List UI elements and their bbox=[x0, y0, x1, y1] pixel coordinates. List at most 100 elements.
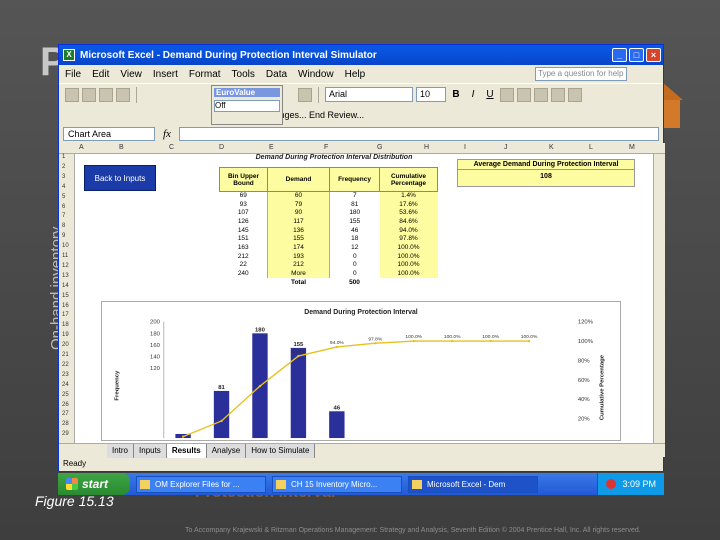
table-cell[interactable]: More bbox=[267, 269, 330, 279]
tab-inputs[interactable]: Inputs bbox=[134, 443, 167, 458]
table-cell[interactable]: 126 bbox=[220, 218, 268, 227]
bold-button[interactable]: B bbox=[449, 89, 463, 100]
table-cell[interactable]: 60 bbox=[267, 191, 330, 201]
table-cell[interactable]: 17.6% bbox=[379, 200, 438, 209]
row-header-4[interactable]: 4 bbox=[62, 184, 65, 190]
menu-data[interactable]: Data bbox=[266, 69, 287, 80]
row-header-3[interactable]: 3 bbox=[62, 174, 65, 180]
table-cell[interactable]: 107 bbox=[220, 209, 268, 218]
table-cell[interactable]: 84.6% bbox=[379, 217, 438, 227]
column-header-c[interactable]: C bbox=[169, 144, 174, 151]
column-header-l[interactable]: L bbox=[589, 144, 593, 151]
fx-icon[interactable]: fx bbox=[163, 128, 171, 140]
table-cell[interactable]: 22 bbox=[220, 261, 268, 270]
table-cell[interactable]: 212 bbox=[220, 252, 268, 261]
title-bar[interactable]: X Microsoft Excel - Demand During Protec… bbox=[59, 45, 663, 65]
currency-icon[interactable] bbox=[568, 87, 582, 102]
table-cell[interactable]: 94.0% bbox=[379, 226, 438, 235]
table-cell[interactable]: 46 bbox=[330, 226, 380, 235]
column-header-g[interactable]: G bbox=[377, 144, 382, 151]
row-header-26[interactable]: 26 bbox=[62, 402, 69, 408]
taskbar-item-om-explorer[interactable]: OM Explorer Files for ... bbox=[136, 475, 266, 493]
row-header-12[interactable]: 12 bbox=[62, 263, 69, 269]
column-header-d[interactable]: D bbox=[219, 144, 224, 151]
tab-analyse[interactable]: Analyse bbox=[206, 443, 247, 458]
table-cell[interactable]: 193 bbox=[267, 252, 330, 261]
demand-chart[interactable]: Demand During Protection Interval 200 180 1… bbox=[101, 301, 621, 441]
tray-icon[interactable] bbox=[606, 479, 617, 489]
row-header-7[interactable]: 7 bbox=[62, 213, 65, 219]
permission-icon[interactable] bbox=[116, 87, 130, 102]
back-to-inputs-button[interactable]: Back to Inputs bbox=[84, 165, 156, 191]
column-header-e[interactable]: E bbox=[269, 144, 274, 151]
row-header-18[interactable]: 18 bbox=[62, 322, 69, 328]
vertical-scrollbar[interactable] bbox=[653, 154, 665, 443]
column-header-i[interactable]: I bbox=[464, 144, 466, 151]
row-header-1[interactable]: 1 bbox=[62, 154, 65, 160]
help-icon[interactable] bbox=[298, 87, 312, 102]
merge-center-icon[interactable] bbox=[551, 87, 565, 102]
new-icon[interactable] bbox=[65, 87, 79, 102]
row-header-16[interactable]: 16 bbox=[62, 303, 69, 309]
row-header-11[interactable]: 11 bbox=[62, 253, 68, 259]
worksheet[interactable]: ABCDEFGHIJKLM 1 2 3 4 5 6 7 8 9 10 11 12 13 14 15 16 17 1… bbox=[59, 143, 665, 443]
row-header-28[interactable]: 28 bbox=[62, 421, 69, 427]
table-cell[interactable]: 163 bbox=[220, 244, 268, 253]
row-header-22[interactable]: 22 bbox=[62, 362, 69, 368]
column-header-m[interactable]: M bbox=[629, 144, 635, 151]
row-header-20[interactable]: 20 bbox=[62, 342, 69, 348]
minimize-button[interactable]: _ bbox=[612, 48, 627, 62]
table-cell[interactable]: 18 bbox=[330, 235, 380, 244]
table-cell[interactable]: 155 bbox=[267, 234, 330, 244]
row-header-14[interactable]: 14 bbox=[62, 283, 69, 289]
row-header-25[interactable]: 25 bbox=[62, 392, 69, 398]
table-cell[interactable]: 0 bbox=[330, 270, 380, 279]
align-left-icon[interactable] bbox=[500, 87, 514, 102]
row-header-24[interactable]: 24 bbox=[62, 382, 69, 388]
table-cell[interactable]: 117 bbox=[267, 217, 330, 227]
formula-input[interactable] bbox=[178, 127, 659, 141]
eurovalue-header[interactable]: EuroValue bbox=[214, 88, 280, 97]
table-cell[interactable]: 100.0% bbox=[379, 243, 438, 253]
italic-button[interactable]: I bbox=[466, 89, 480, 100]
table-cell[interactable]: 53.6% bbox=[379, 208, 438, 218]
column-header-h[interactable]: H bbox=[424, 144, 429, 151]
row-header-6[interactable]: 6 bbox=[62, 204, 65, 210]
row-header-13[interactable]: 13 bbox=[62, 273, 69, 279]
row-header-9[interactable]: 9 bbox=[62, 233, 65, 239]
column-header-a[interactable]: A bbox=[79, 144, 84, 151]
table-cell[interactable]: 81 bbox=[330, 200, 380, 209]
table-cell[interactable]: 0 bbox=[330, 252, 380, 261]
eurovalue-select[interactable]: Off bbox=[214, 100, 280, 112]
tab-results[interactable]: Results bbox=[166, 443, 207, 458]
menu-help[interactable]: Help bbox=[345, 69, 366, 80]
table-cell[interactable]: 100.0% bbox=[379, 261, 438, 270]
table-cell[interactable]: 7 bbox=[330, 192, 380, 201]
menu-window[interactable]: Window bbox=[298, 69, 334, 80]
menu-tools[interactable]: Tools bbox=[232, 69, 255, 80]
menu-file[interactable]: File bbox=[65, 69, 81, 80]
table-cell[interactable]: 69 bbox=[220, 192, 268, 201]
row-header-15[interactable]: 15 bbox=[62, 293, 69, 299]
maximize-button[interactable]: □ bbox=[629, 48, 644, 62]
table-cell[interactable]: 155 bbox=[330, 218, 380, 227]
table-cell[interactable]: 79 bbox=[267, 200, 330, 209]
taskbar-item-excel[interactable]: Microsoft Excel - Dem bbox=[408, 475, 538, 493]
row-header-10[interactable]: 10 bbox=[62, 243, 69, 249]
table-cell[interactable]: 0 bbox=[330, 261, 380, 270]
table-cell[interactable]: 100.0% bbox=[379, 252, 438, 261]
column-header-j[interactable]: J bbox=[504, 144, 508, 151]
open-icon[interactable] bbox=[82, 87, 96, 102]
start-button[interactable]: start bbox=[58, 473, 130, 495]
table-cell[interactable]: 100.0% bbox=[379, 269, 438, 279]
row-header-17[interactable]: 17 bbox=[62, 312, 69, 318]
row-header-2[interactable]: 2 bbox=[62, 164, 65, 170]
table-cell[interactable]: 97.8% bbox=[379, 234, 438, 244]
font-size-select[interactable]: 10 bbox=[416, 87, 446, 102]
font-name-select[interactable]: Arial bbox=[325, 87, 413, 102]
table-cell[interactable]: 240 bbox=[220, 270, 268, 279]
table-cell[interactable]: 1.4% bbox=[379, 191, 438, 201]
row-header-19[interactable]: 19 bbox=[62, 332, 69, 338]
row-header-29[interactable]: 29 bbox=[62, 431, 69, 437]
name-box[interactable]: Chart Area bbox=[63, 127, 155, 141]
